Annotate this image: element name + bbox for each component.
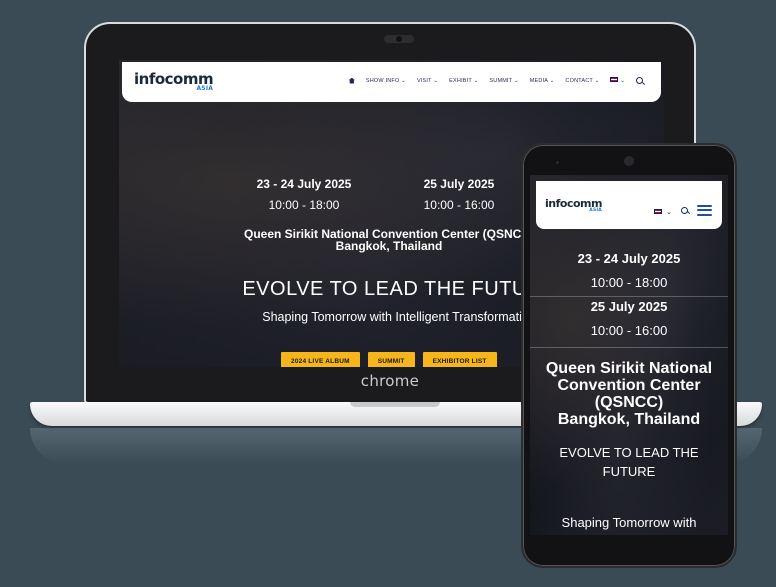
main-menu: SHOW INFO ⌄ VISIT ⌄ EXHIBIT ⌄ SUMMIT ⌄ M… [348,77,643,84]
menu-contact[interactable]: CONTACT ⌄ [565,78,599,84]
event-time-2: 10:00 - 16:00 [423,198,495,212]
uk-flag-icon [610,77,619,82]
hamburger-menu-icon[interactable] [697,204,712,216]
event-time-1: 10:00 - 18:00 [590,275,668,290]
event-date-1: 23 - 24 July 2025 [256,177,352,191]
menu-summit[interactable]: SUMMIT ⌄ [489,78,518,84]
phone-screen: infocomm ASIA ⌄ 23 - 24 July 2025 10:00 … [530,175,728,535]
hero-tagline: Shaping Tomorrow with [561,515,697,530]
infocomm-logo[interactable]: infocomm ASIA [545,197,602,213]
venue: Queen Sirikit National Convention Center… [545,360,713,428]
divider [530,296,728,297]
event-time-2: 10:00 - 16:00 [590,323,668,338]
event-date-2: 25 July 2025 [423,177,495,191]
menu-show-info[interactable]: SHOW INFO ⌄ [366,78,406,84]
divider [530,347,728,348]
language-selector[interactable]: ⌄ [653,201,672,219]
phone-device: infocomm ASIA ⌄ 23 - 24 July 2025 10:00 … [521,143,737,568]
hero-buttons: 2024 LIVE ALBUM SUMMIT EXHIBITOR LIST [281,352,497,367]
event-date-1: 23 - 24 July 2025 [577,251,681,266]
mobile-header: infocomm ASIA ⌄ [536,181,722,229]
hero-headline: EVOLVE TO LEAD THE FUTURE [559,445,699,479]
exhibitor-list-button[interactable]: EXHIBITOR LIST [422,352,497,367]
event-date-2: 25 July 2025 [590,299,668,314]
logo-sub: ASIA [589,208,602,213]
language-selector[interactable]: ⌄ [610,77,625,84]
summit-button[interactable]: SUMMIT [367,352,415,367]
logo-sub: ASIA [196,85,214,92]
event-time-1: 10:00 - 18:00 [268,198,340,212]
home-icon[interactable] [348,77,355,84]
uk-flag-icon [653,209,662,214]
search-icon[interactable] [636,77,643,84]
live-album-button[interactable]: 2024 LIVE ALBUM [281,352,360,367]
menu-exhibit[interactable]: EXHIBIT ⌄ [449,78,478,84]
laptop-camera [384,35,414,43]
infocomm-logo[interactable]: infocomm ASIA [134,70,214,92]
menu-media[interactable]: MEDIA ⌄ [530,78,555,84]
site-header: infocomm ASIA SHOW INFO ⌄ VISIT ⌄ EXHIBI… [122,62,661,102]
menu-visit[interactable]: VISIT ⌄ [417,78,438,84]
search-icon[interactable] [681,206,688,214]
phone-camera [624,156,634,166]
mobile-header-icons: ⌄ [653,201,712,219]
